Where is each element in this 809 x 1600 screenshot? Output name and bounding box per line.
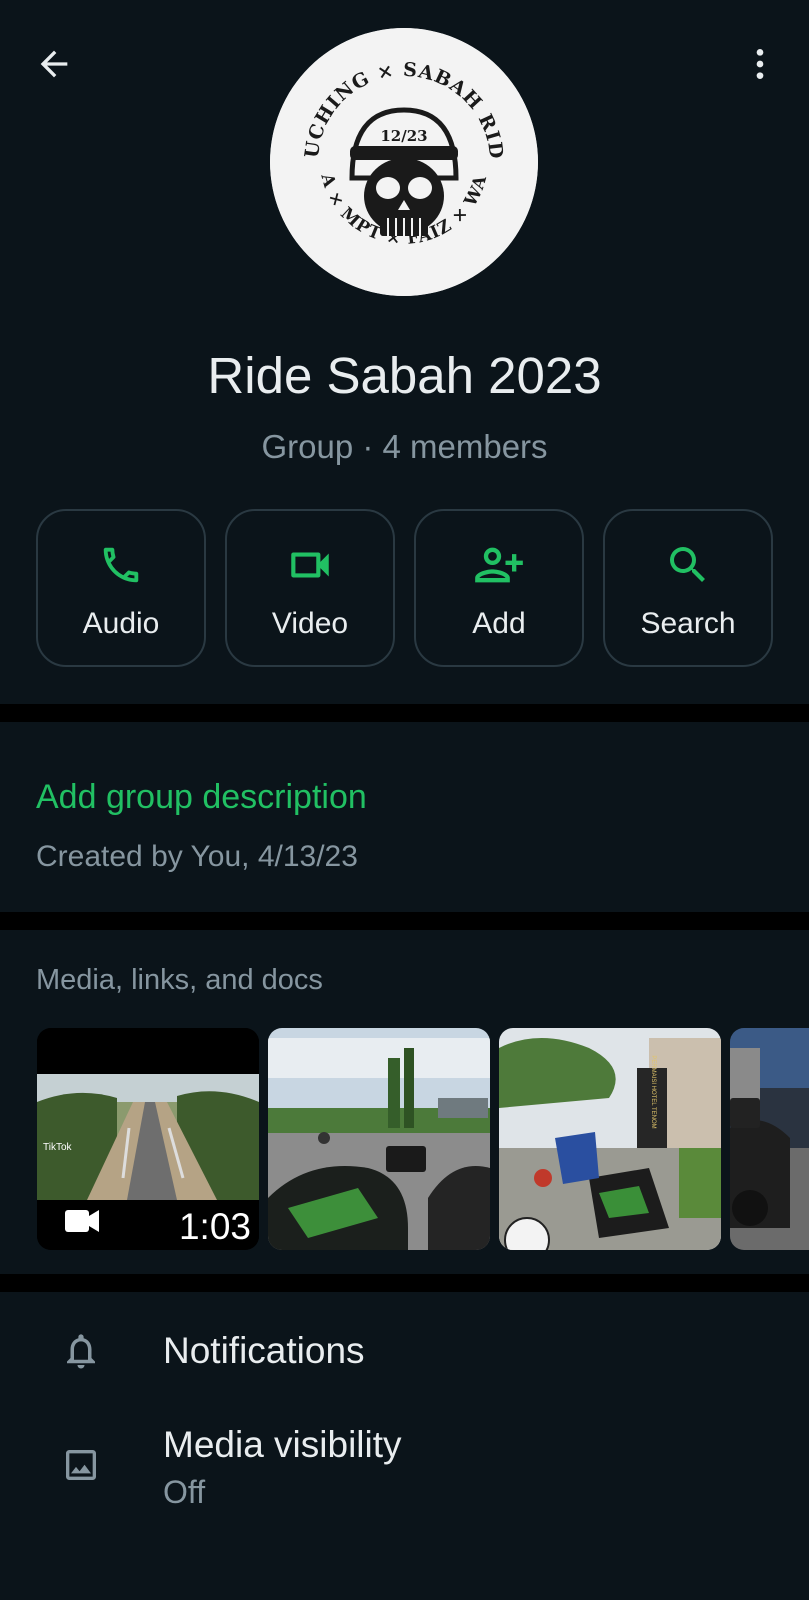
- media-title[interactable]: Media, links, and docs: [36, 964, 323, 997]
- group-avatar[interactable]: KUCHING × SABAH RIDE CA × MPT × FAIZ × W…: [270, 28, 538, 296]
- media-thumb-photo[interactable]: [268, 1028, 490, 1250]
- image-icon: [66, 1450, 96, 1480]
- search-label: Search: [640, 607, 736, 640]
- audio-label: Audio: [82, 607, 160, 640]
- created-info: Created by You, 4/13/23: [36, 840, 358, 873]
- action-buttons: Audio Video Add Search: [36, 509, 773, 667]
- back-button[interactable]: [28, 38, 80, 90]
- video-label: Video: [271, 607, 349, 640]
- search-icon: [670, 547, 705, 582]
- tiktok-watermark: TikTok: [43, 1142, 73, 1153]
- media-section: Media, links, and docs TikTok 1:03 PERMA…: [0, 930, 809, 1274]
- media-visibility-label: Media visibility: [163, 1424, 402, 1465]
- add-description-link[interactable]: Add group description: [36, 778, 367, 817]
- media-thumb-photo[interactable]: PERMAISI HOTEL TENOM: [499, 1028, 721, 1250]
- notifications-label: Notifications: [163, 1330, 365, 1371]
- more-vert-icon: [756, 49, 764, 79]
- group-member-count: Group · 4 members: [261, 428, 548, 465]
- person-add-icon: [475, 547, 523, 583]
- video-call-button[interactable]: Video: [225, 509, 395, 667]
- add-member-button[interactable]: Add: [414, 509, 584, 667]
- group-name: Ride Sabah 2023: [207, 347, 602, 404]
- media-visibility-value: Off: [163, 1474, 206, 1510]
- description-section: Add group description Created by You, 4/…: [0, 722, 809, 912]
- group-info-header: KUCHING × SABAH RIDE CA × MPT × FAIZ × W…: [0, 0, 809, 704]
- hotel-sign-text: PERMAISI HOTEL TENOM: [650, 1055, 656, 1128]
- media-thumb-video[interactable]: TikTok 1:03: [37, 1028, 259, 1250]
- bell-icon: [67, 1334, 95, 1369]
- phone-icon: [103, 547, 139, 583]
- arrow-left-icon: [40, 50, 68, 78]
- settings-list: Notifications Media visibility Off: [0, 1292, 809, 1600]
- search-button[interactable]: Search: [603, 509, 773, 667]
- media-thumb-photo[interactable]: [730, 1028, 809, 1250]
- more-options-button[interactable]: [734, 38, 786, 90]
- add-label: Add: [472, 607, 526, 640]
- videocam-icon: [291, 552, 329, 578]
- video-duration: 1:03: [178, 1206, 251, 1247]
- avatar-date-text: 12/23: [380, 127, 427, 145]
- audio-call-button[interactable]: Audio: [36, 509, 206, 667]
